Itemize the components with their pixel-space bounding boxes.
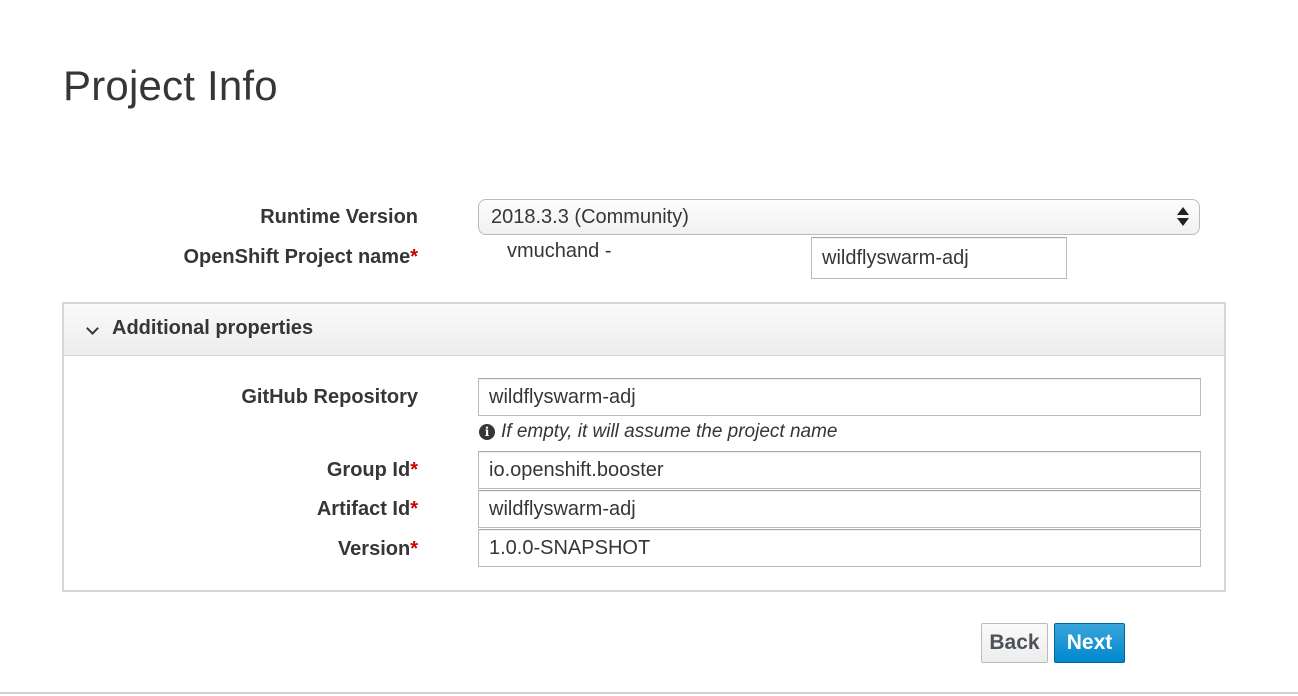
- runtime-version-label-text: Runtime Version: [260, 206, 418, 228]
- next-button[interactable]: Next: [1054, 623, 1125, 663]
- artifact-id-label: Artifact Id*: [28, 498, 418, 521]
- runtime-version-select[interactable]: 2018.3.3 (Community): [478, 199, 1200, 235]
- group-id-label-text: Group Id: [326, 459, 411, 481]
- required-marker: *: [410, 246, 418, 268]
- openshift-project-input[interactable]: [811, 237, 1067, 279]
- github-repo-input[interactable]: [478, 378, 1201, 416]
- required-marker: *: [410, 498, 418, 520]
- artifact-id-input[interactable]: [478, 490, 1201, 528]
- openshift-project-prefix: vmuchand -: [507, 240, 612, 262]
- select-arrows-icon: [1177, 206, 1189, 228]
- github-repo-help: i If empty, it will assume the project na…: [479, 421, 838, 443]
- project-info-page: Project Info Runtime Version 2018.3.3 (C…: [0, 0, 1298, 696]
- runtime-version-selected: 2018.3.3 (Community): [491, 206, 689, 228]
- github-repo-help-text: If empty, it will assume the project nam…: [501, 421, 838, 442]
- github-repo-label-text: GitHub Repository: [241, 386, 418, 408]
- back-button[interactable]: Back: [981, 623, 1048, 663]
- additional-properties-toggle[interactable]: Additional properties: [64, 304, 1224, 356]
- artifact-id-label-text: Artifact Id: [316, 498, 411, 520]
- info-icon: i: [479, 424, 495, 440]
- chevron-down-icon: [86, 322, 99, 335]
- version-label: Version*: [28, 538, 418, 561]
- bottom-divider: [0, 692, 1298, 694]
- version-input[interactable]: [478, 529, 1201, 567]
- panel-title: Additional properties: [112, 317, 314, 339]
- group-id-label: Group Id*: [28, 459, 418, 482]
- page-title: Project Info: [63, 62, 278, 109]
- group-id-input[interactable]: [478, 451, 1201, 489]
- required-marker: *: [410, 459, 418, 481]
- openshift-project-label: OpenShift Project name*: [28, 246, 418, 269]
- openshift-project-label-text: OpenShift Project name: [183, 246, 411, 268]
- required-marker: *: [410, 538, 418, 560]
- version-label-text: Version: [337, 538, 411, 560]
- runtime-version-label: Runtime Version: [28, 206, 418, 229]
- github-repo-label: GitHub Repository: [28, 386, 418, 409]
